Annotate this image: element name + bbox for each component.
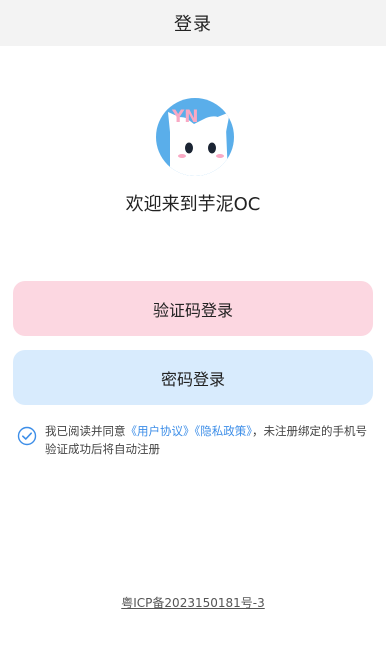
logo-letters: YN bbox=[171, 107, 199, 127]
agreement-prefix: 我已阅读并同意 bbox=[45, 424, 126, 438]
login-page: 登录 YN 欢迎来到芋泥OC 验证码登录 密码登录 我已阅读并同意《用户协议》《… bbox=[0, 0, 386, 660]
privacy-policy-link[interactable]: 《隐私政策》 bbox=[195, 424, 253, 438]
icp-link[interactable]: 粤ICP备2023150181号-3 bbox=[0, 594, 386, 611]
nav-header: 登录 bbox=[0, 0, 386, 46]
checkbox-checked-icon[interactable] bbox=[17, 426, 37, 446]
password-login-button[interactable]: 密码登录 bbox=[13, 350, 373, 405]
agreement-row: 我已阅读并同意《用户协议》《隐私政策》，未注册绑定的手机号验证成功后将自动注册 bbox=[17, 422, 375, 458]
user-agreement-link[interactable]: 《用户协议》 bbox=[126, 424, 195, 438]
sms-login-label: 验证码登录 bbox=[152, 300, 233, 320]
page-title: 登录 bbox=[174, 14, 212, 35]
app-logo: YN bbox=[156, 98, 234, 176]
welcome-text: 欢迎来到芋泥OC bbox=[125, 194, 261, 215]
sms-login-button[interactable]: 验证码登录 bbox=[13, 281, 373, 336]
agreement-text: 我已阅读并同意《用户协议》《隐私政策》，未注册绑定的手机号验证成功后将自动注册 bbox=[45, 422, 375, 458]
cat-mascot-icon: YN bbox=[156, 98, 234, 176]
password-login-label: 密码登录 bbox=[160, 369, 225, 389]
